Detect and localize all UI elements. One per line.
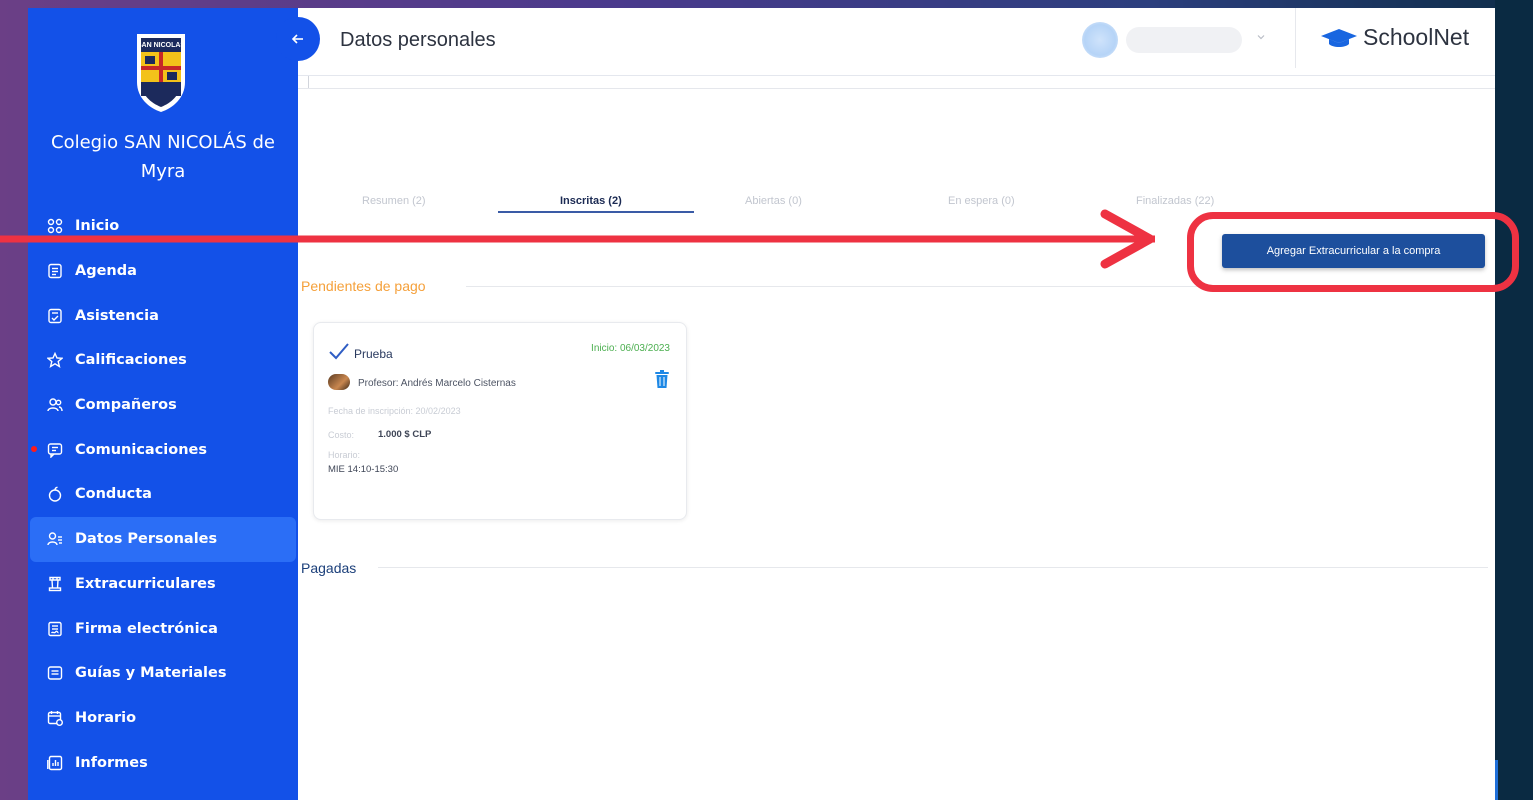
card-schedule-value: MIE 14:10-15:30 bbox=[328, 464, 399, 475]
tab-en-espera[interactable]: En espera (0) bbox=[948, 195, 1015, 207]
sidebar-item-label: Extracurriculares bbox=[75, 575, 216, 592]
header-divider bbox=[1295, 8, 1296, 68]
active-tab-indicator bbox=[498, 211, 694, 213]
sidebar: SAN NICOLAS Colegio SAN NICOLÁS de Myra … bbox=[28, 8, 298, 800]
sidebar-item-agenda[interactable]: Agenda bbox=[28, 249, 298, 294]
main-content: Resumen (2) Inscritas (2) Abiertas (0) E… bbox=[298, 88, 1495, 800]
sidebar-item-calificaciones[interactable]: Calificaciones bbox=[28, 338, 298, 383]
sidebar-item-datos-personales[interactable]: Datos Personales bbox=[30, 516, 296, 562]
report-icon bbox=[47, 755, 63, 770]
sidebar-item-label: Firma electrónica bbox=[75, 620, 218, 637]
sidebar-item-inicio[interactable]: Inicio bbox=[28, 204, 298, 249]
sidebar-item-label: Horario bbox=[75, 709, 137, 726]
extracurricular-card: Prueba Inicio: 06/03/2023 Profesor: Andr… bbox=[313, 322, 687, 520]
sidebar-item-label: Datos Personales bbox=[75, 531, 218, 548]
teacher-avatar bbox=[328, 374, 350, 390]
sub-header-divider bbox=[308, 76, 309, 88]
sidebar-item-label: Agenda bbox=[75, 263, 137, 280]
school-name: Colegio SAN NICOLÁS de Myra bbox=[51, 132, 275, 182]
chevron-down-icon[interactable] bbox=[1256, 32, 1266, 42]
checklist-icon bbox=[48, 308, 62, 323]
sidebar-item-extracurriculares[interactable]: Extracurriculares bbox=[28, 562, 298, 607]
collapse-sidebar-button[interactable] bbox=[276, 17, 320, 61]
users-icon bbox=[47, 398, 63, 412]
card-cost-label: Costo: bbox=[328, 430, 355, 440]
tab-finalizadas[interactable]: Finalizadas (22) bbox=[1136, 195, 1214, 207]
sidebar-nav: Inicio Agenda Asistencia Calificaciones … bbox=[28, 204, 298, 785]
card-start-date: Inicio: 06/03/2023 bbox=[591, 343, 670, 354]
document-icon bbox=[48, 263, 62, 279]
grid-icon bbox=[47, 219, 63, 234]
sidebar-item-firma-electronica[interactable]: Firma electrónica bbox=[28, 606, 298, 651]
top-header: Datos personales SchoolNet bbox=[298, 8, 1495, 76]
sidebar-item-label: Informes bbox=[75, 754, 148, 771]
brand-logo: SchoolNet bbox=[1320, 24, 1469, 51]
sidebar-item-informes[interactable]: Informes bbox=[28, 740, 298, 785]
sidebar-item-label: Comunicaciones bbox=[75, 441, 208, 458]
avatar[interactable] bbox=[1082, 22, 1118, 58]
school-crest-logo: SAN NICOLAS bbox=[137, 34, 186, 112]
sidebar-item-conducta[interactable]: Conducta bbox=[28, 472, 298, 517]
apple-icon bbox=[48, 486, 62, 503]
tab-abiertas[interactable]: Abiertas (0) bbox=[745, 195, 802, 207]
sidebar-item-companeros[interactable]: Compañeros bbox=[28, 383, 298, 428]
calendar-icon bbox=[47, 710, 63, 726]
sidebar-item-guias-materiales[interactable]: Guías y Materiales bbox=[28, 651, 298, 696]
signature-icon bbox=[48, 621, 62, 636]
sub-header-bar bbox=[298, 76, 1495, 88]
star-icon bbox=[47, 352, 63, 369]
sidebar-item-label: Inicio bbox=[75, 218, 120, 235]
sidebar-item-label: Conducta bbox=[75, 486, 152, 503]
graduation-cap-icon bbox=[1321, 28, 1357, 47]
add-extracurricular-button[interactable]: Agregar Extracurricular a la compra bbox=[1222, 234, 1485, 268]
sidebar-item-comunicaciones[interactable]: Comunicaciones bbox=[28, 427, 298, 472]
brand-name: SchoolNet bbox=[1363, 24, 1470, 50]
section-divider bbox=[466, 286, 1486, 287]
chess-rook-icon bbox=[48, 576, 62, 592]
trash-icon[interactable] bbox=[654, 369, 670, 389]
sidebar-item-label: Asistencia bbox=[75, 307, 159, 324]
card-enrollment-date: Fecha de inscripción: 20/02/2023 bbox=[328, 406, 461, 416]
card-schedule-label: Horario: bbox=[328, 450, 361, 460]
sidebar-item-asistencia[interactable]: Asistencia bbox=[28, 293, 298, 338]
card-cost-value: 1.000 $ CLP bbox=[378, 429, 432, 440]
section-paid-title: Pagadas bbox=[301, 560, 357, 576]
section-divider bbox=[378, 567, 1488, 568]
svg-text:SAN NICOLAS: SAN NICOLAS bbox=[137, 42, 186, 49]
tab-resumen[interactable]: Resumen (2) bbox=[362, 195, 426, 207]
card-teacher: Profesor: Andrés Marcelo Cisternas bbox=[358, 378, 516, 389]
sidebar-item-horario[interactable]: Horario bbox=[28, 696, 298, 741]
section-pending-title: Pendientes de pago bbox=[301, 278, 426, 294]
sidebar-item-label: Compañeros bbox=[75, 397, 177, 414]
sidebar-item-label: Calificaciones bbox=[75, 352, 187, 369]
tab-inscritas[interactable]: Inscritas (2) bbox=[560, 195, 622, 207]
user-name-placeholder[interactable] bbox=[1126, 27, 1242, 53]
check-icon bbox=[329, 343, 349, 360]
page-title: Datos personales bbox=[340, 29, 496, 51]
arrow-left-icon bbox=[291, 34, 303, 44]
message-icon bbox=[47, 443, 63, 458]
user-list-icon bbox=[47, 532, 62, 546]
background-panel-right bbox=[1495, 0, 1533, 800]
card-title: Prueba bbox=[354, 347, 393, 361]
sidebar-item-label: Guías y Materiales bbox=[75, 665, 227, 682]
notification-dot bbox=[31, 446, 37, 453]
folder-icon bbox=[47, 666, 63, 680]
